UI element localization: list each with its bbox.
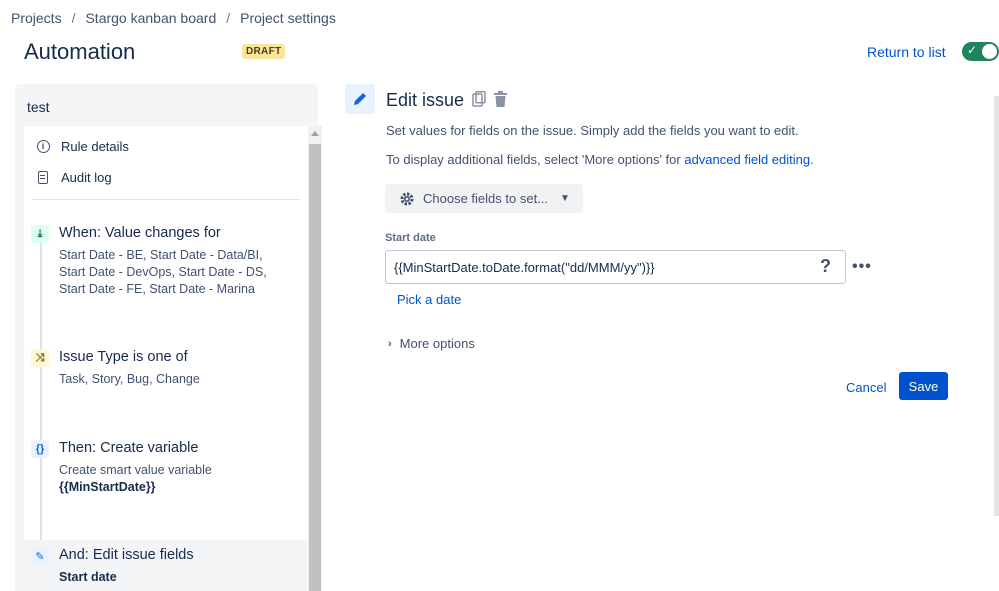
check-icon: ✓ bbox=[967, 43, 978, 57]
braces-icon: {} bbox=[31, 440, 49, 458]
help-icon[interactable]: ? bbox=[820, 256, 831, 277]
pencil-icon: ✎ bbox=[31, 547, 49, 565]
gear-icon bbox=[399, 191, 415, 207]
component-description: Set values for fields on the issue. Simp… bbox=[386, 123, 799, 138]
step-title: Then: Create variable bbox=[59, 440, 199, 456]
trigger-icon: ⤓ bbox=[31, 225, 49, 243]
create-variable-step[interactable]: {} Then: Create variable Create smart va… bbox=[24, 440, 308, 495]
trigger-step[interactable]: ⤓ When: Value changes for Start Date - B… bbox=[24, 225, 308, 315]
info-icon: i bbox=[35, 138, 51, 154]
chevron-down-icon: ▼ bbox=[560, 193, 570, 204]
log-icon bbox=[35, 169, 51, 185]
step-title: And: Edit issue fields bbox=[59, 547, 194, 563]
variable-name: {{MinStartDate}} bbox=[59, 480, 156, 494]
hint-text: To display additional fields, select 'Mo… bbox=[386, 152, 685, 167]
breadcrumb-board[interactable]: Stargo kanban board bbox=[85, 10, 216, 26]
rule-details-link[interactable]: i Rule details bbox=[35, 138, 129, 154]
chevron-right-icon: › bbox=[388, 337, 392, 350]
cancel-button[interactable]: Cancel bbox=[838, 373, 894, 401]
more-actions-icon[interactable]: ••• bbox=[852, 258, 872, 276]
rule-enabled-toggle[interactable]: ✓ bbox=[962, 42, 999, 61]
breadcrumb: Projects / Stargo kanban board / Project… bbox=[11, 10, 336, 26]
rule-component-list: i Rule details Audit log ⤓ When: Value c… bbox=[24, 126, 308, 591]
step-title: When: Value changes for bbox=[59, 225, 221, 241]
pencil-icon bbox=[345, 84, 375, 114]
more-options-label: More options bbox=[399, 336, 475, 351]
step-description-text: Create smart value variable bbox=[59, 463, 212, 477]
step-description: Create smart value variable {{MinStartDa… bbox=[59, 462, 289, 496]
component-title: Edit issue bbox=[386, 90, 465, 110]
advanced-editing-hint: To display additional fields, select 'Mo… bbox=[386, 152, 814, 167]
hint-suffix: . bbox=[810, 152, 814, 167]
trash-icon[interactable] bbox=[493, 91, 508, 107]
breadcrumb-projects[interactable]: Projects bbox=[11, 10, 62, 26]
page-scrollbar[interactable] bbox=[994, 96, 999, 516]
edit-issue-step[interactable]: ✎ And: Edit issue fields Start date bbox=[24, 540, 308, 591]
step-description: Start Date - BE, Start Date - Data/BI, S… bbox=[59, 248, 267, 296]
shuffle-icon: ⤨ bbox=[31, 349, 49, 367]
edited-field-name: Start date bbox=[59, 570, 117, 584]
save-button[interactable]: Save bbox=[899, 372, 948, 400]
breadcrumb-separator: / bbox=[71, 10, 76, 26]
breadcrumb-separator: / bbox=[226, 10, 231, 26]
more-options-toggle[interactable]: › More options bbox=[388, 336, 475, 351]
return-to-list-link[interactable]: Return to list bbox=[867, 44, 946, 60]
scroll-up-arrow-icon[interactable] bbox=[311, 131, 319, 136]
divider bbox=[32, 199, 300, 200]
copy-icon[interactable] bbox=[472, 91, 486, 107]
rule-name: test bbox=[27, 99, 50, 115]
scrollbar-thumb[interactable] bbox=[309, 144, 321, 591]
audit-log-link[interactable]: Audit log bbox=[35, 169, 112, 185]
step-title: Issue Type is one of bbox=[59, 349, 188, 365]
choose-fields-button[interactable]: Choose fields to set... ▼ bbox=[385, 184, 583, 213]
nav-label: Audit log bbox=[61, 169, 112, 185]
choose-fields-label: Choose fields to set... bbox=[423, 191, 549, 206]
advanced-field-editing-link[interactable]: advanced field editing bbox=[684, 152, 810, 167]
start-date-field[interactable]: {{MinStartDate.toDate.format("dd/MMM/yy"… bbox=[385, 250, 846, 284]
breadcrumb-project-settings[interactable]: Project settings bbox=[240, 10, 336, 26]
toggle-knob bbox=[982, 44, 997, 59]
pick-a-date-link[interactable]: Pick a date bbox=[397, 292, 461, 307]
status-badge: DRAFT bbox=[242, 44, 286, 59]
rule-sidebar: test i Rule details Audit log ⤓ When: Va… bbox=[15, 84, 322, 591]
step-description: Task, Story, Bug, Change bbox=[59, 372, 200, 386]
nav-label: Rule details bbox=[61, 138, 129, 154]
field-label: Start date bbox=[385, 232, 436, 244]
sidebar-scrollbar[interactable] bbox=[308, 126, 322, 591]
condition-step[interactable]: ⤨ Issue Type is one of Task, Story, Bug,… bbox=[24, 349, 308, 394]
page-title: Automation bbox=[24, 39, 136, 64]
